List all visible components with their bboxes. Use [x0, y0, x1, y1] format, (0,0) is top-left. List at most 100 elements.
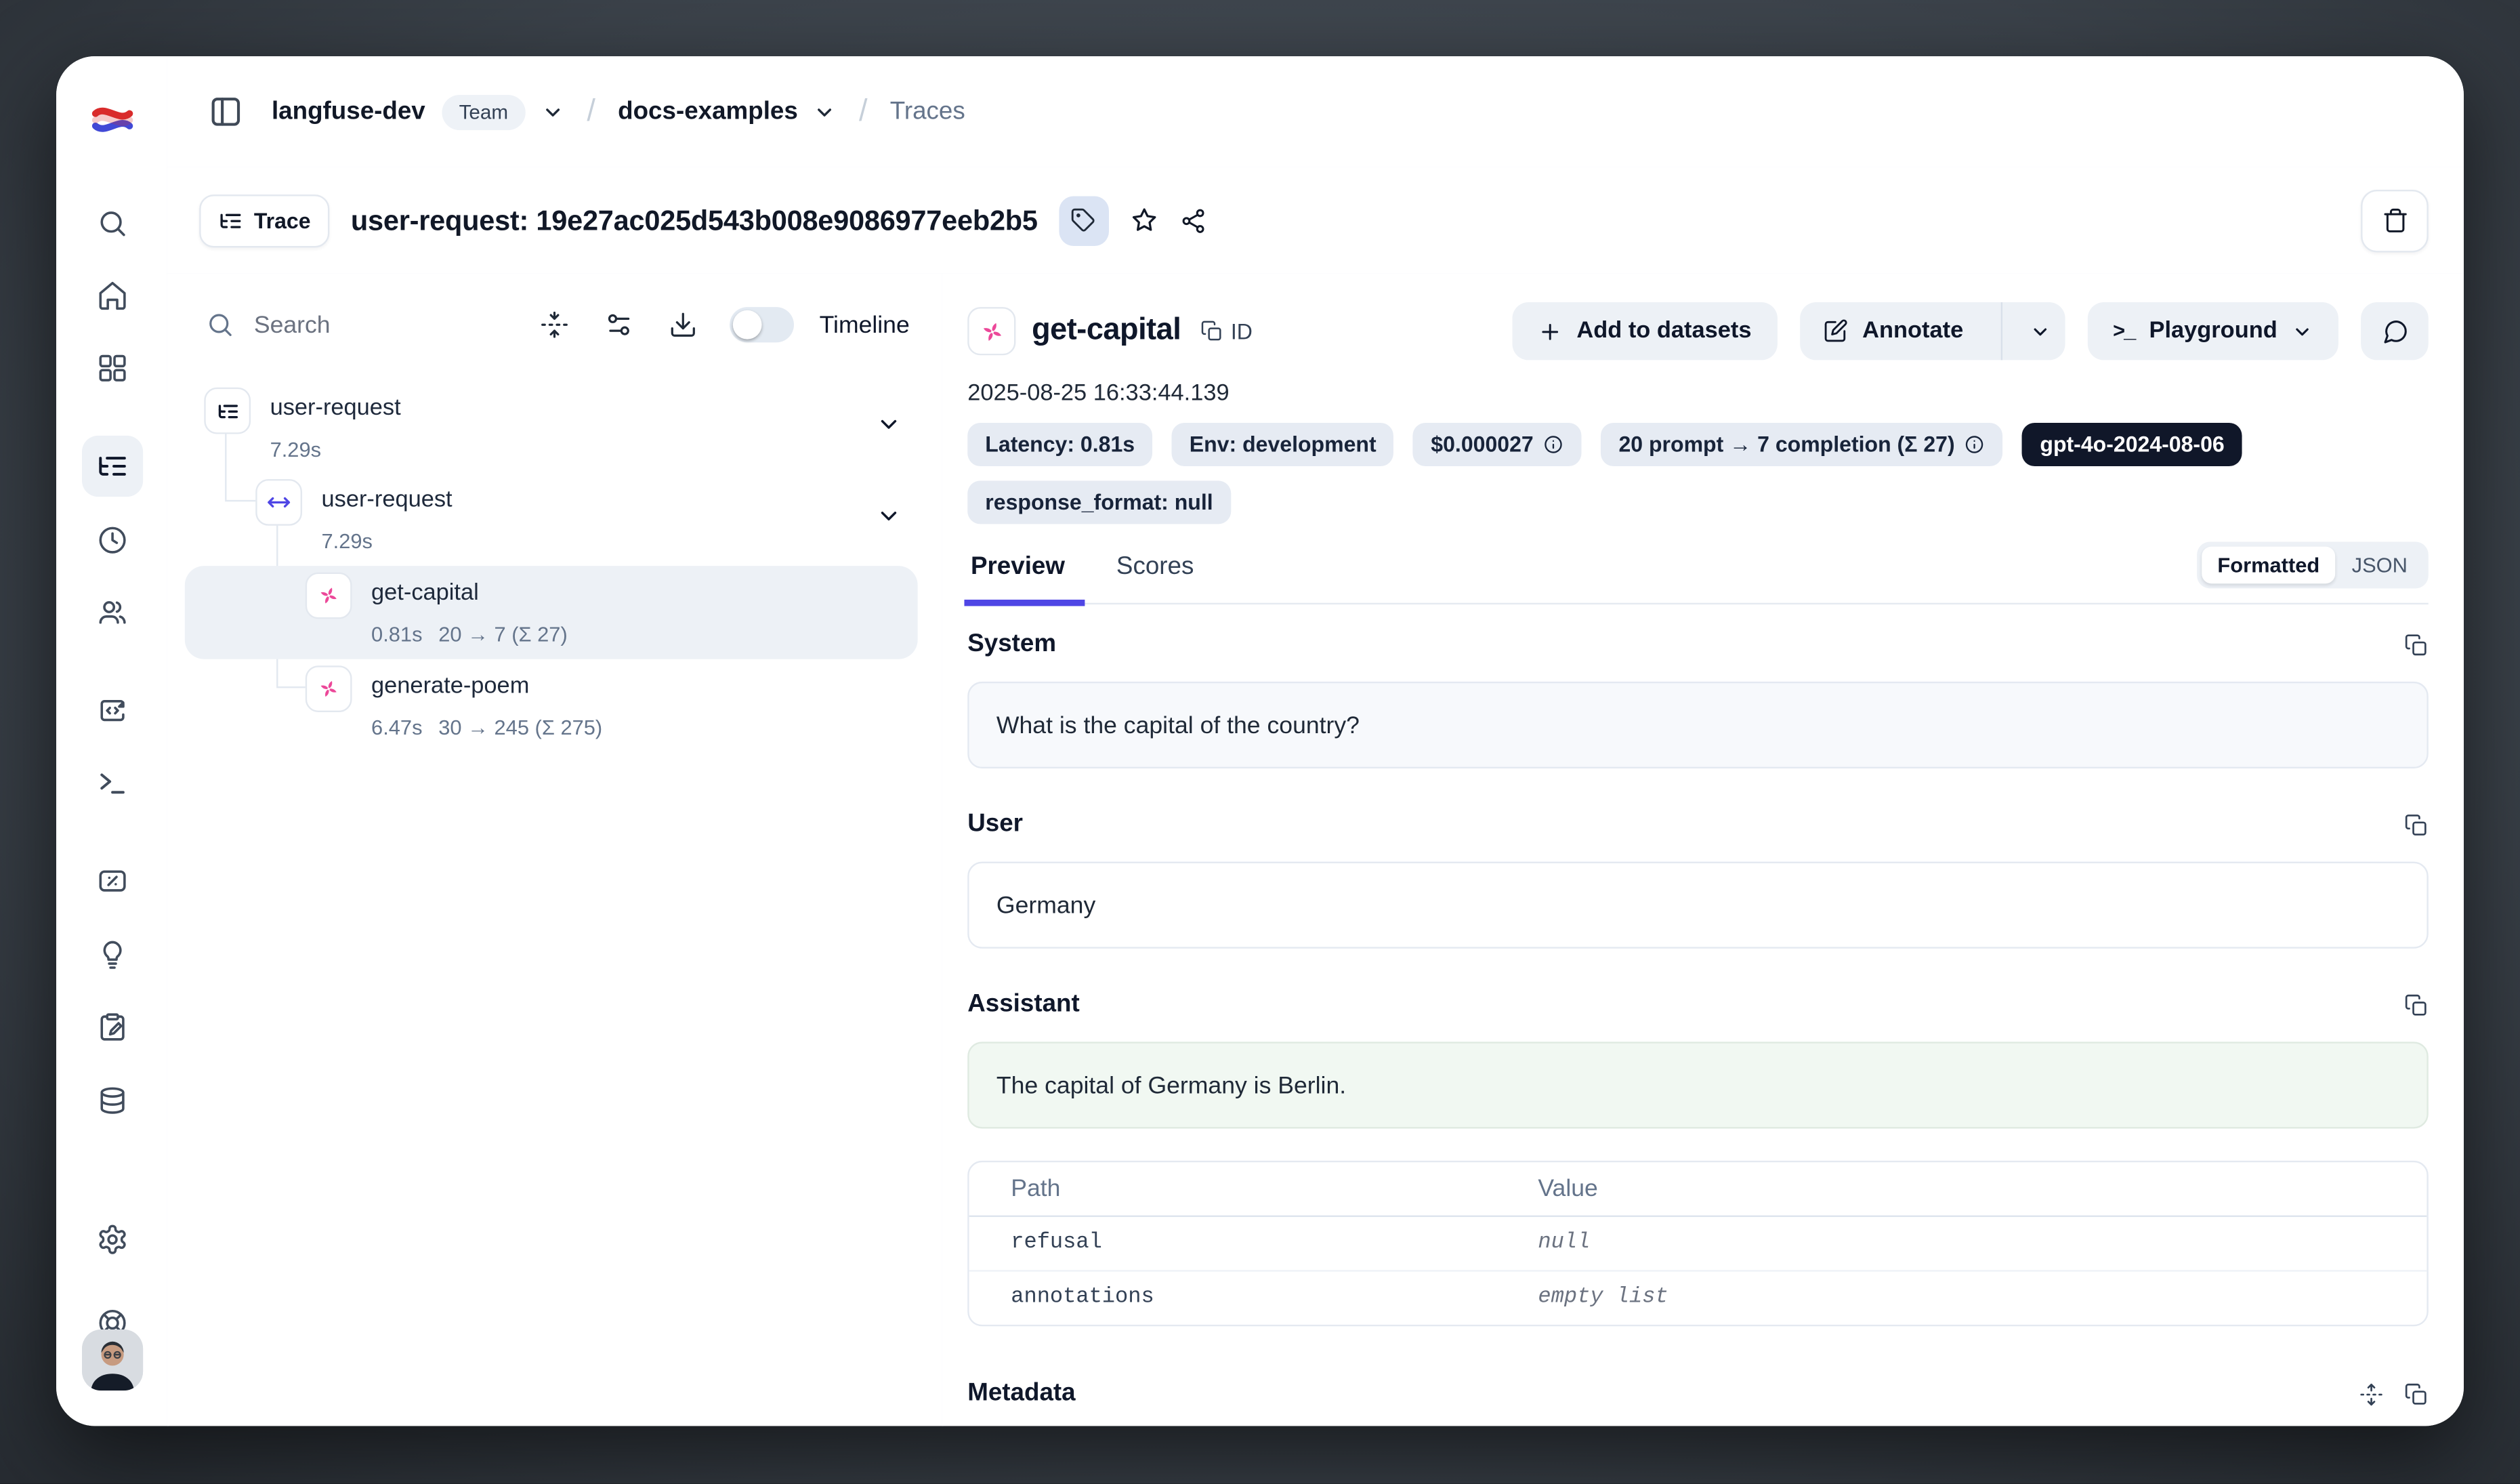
user-section-header: User	[967, 810, 2429, 840]
tree-collapse-chevron-icon[interactable]	[876, 411, 902, 437]
annotate-main[interactable]: Annotate	[1800, 302, 1986, 360]
tree-item-duration: 0.81s	[371, 622, 422, 646]
sidebar-rail	[56, 56, 169, 1426]
generation-node-icon	[306, 665, 352, 712]
user-message-text: Germany	[996, 892, 1095, 919]
tree-item-tokens: 20 → 7 (Σ 27)	[438, 622, 568, 646]
tabs-row: Preview Scores Formatted JSON	[967, 537, 2429, 604]
assistant-section-header: Assistant	[967, 990, 2429, 1019]
timeline-toggle[interactable]	[730, 307, 794, 342]
collapse-all-icon[interactable]	[530, 301, 579, 349]
table-header-row: Path Value	[969, 1162, 2427, 1217]
avatar[interactable]	[81, 1330, 142, 1390]
dashboard-icon[interactable]	[96, 352, 127, 384]
annotate-dropdown-chevron-icon[interactable]	[2017, 302, 2065, 360]
comments-button[interactable]	[2361, 302, 2429, 360]
assistant-label: Assistant	[967, 990, 1080, 1019]
search-icon[interactable]	[96, 207, 127, 239]
share-button[interactable]	[1179, 207, 1206, 234]
tree-search-input[interactable]	[251, 310, 514, 340]
tree-connector	[225, 500, 255, 501]
button-divider	[2000, 302, 2002, 360]
output-details-table: Path Value refusal null annotations empt…	[967, 1161, 2429, 1326]
row-path: annotations	[969, 1286, 1538, 1311]
users-icon[interactable]	[96, 596, 127, 628]
table-row: refusal null	[969, 1217, 2427, 1270]
user-message-box: Germany	[967, 862, 2429, 949]
breadcrumb-project[interactable]: docs-examples	[618, 98, 798, 127]
view-settings-icon[interactable]	[594, 301, 642, 349]
tree-item-label: generate-poem	[371, 665, 602, 709]
copy-icon[interactable]	[2404, 812, 2429, 837]
annotation-icon[interactable]	[96, 1011, 127, 1043]
copy-icon[interactable]	[2404, 1382, 2429, 1406]
info-icon	[1965, 434, 1986, 455]
system-message-text: What is the capital of the country?	[996, 712, 1360, 739]
tab-scores[interactable]: Scores	[1113, 537, 1197, 602]
system-section-header: System	[967, 630, 2429, 659]
scores-icon[interactable]	[96, 865, 127, 896]
langfuse-logo	[90, 102, 133, 146]
observation-header: get-capital ID Add to datasets Annotate	[967, 302, 2429, 360]
tree-item-duration: 7.29s	[270, 437, 321, 461]
system-label: System	[967, 630, 1056, 659]
project-chevron-down-icon[interactable]	[814, 100, 837, 123]
trace-title-bar: Trace user-request: 19e27ac025d543b008e9…	[167, 167, 2464, 275]
info-icon	[1543, 434, 1564, 455]
tag-button[interactable]	[1059, 195, 1109, 245]
home-icon[interactable]	[96, 280, 127, 312]
lightbulb-icon[interactable]	[96, 939, 127, 971]
copy-icon[interactable]	[2404, 633, 2429, 657]
assistant-message-text: The capital of Germany is Berlin.	[996, 1071, 1346, 1098]
id-label: ID	[1231, 319, 1253, 344]
breadcrumb-section[interactable]: Traces	[890, 98, 965, 127]
observation-badges: Latency: 0.81s Env: development $0.00002…	[967, 423, 2414, 524]
format-json[interactable]: JSON	[2336, 547, 2424, 584]
model-badge[interactable]: gpt-4o-2024-08-06	[2022, 423, 2242, 466]
tokens-badge[interactable]: 20 prompt → 7 completion (Σ 27)	[1601, 423, 2002, 466]
assistant-message-box: The capital of Germany is Berlin.	[967, 1042, 2429, 1128]
playground-icon[interactable]	[96, 767, 127, 799]
metadata-section-header: Metadata	[967, 1380, 2429, 1409]
playground-button[interactable]: >_ Playground	[2087, 302, 2338, 360]
latency-badge: Latency: 0.81s	[967, 423, 1152, 466]
generation-icon	[967, 307, 1015, 355]
breadcrumb-divider: /	[853, 94, 875, 129]
add-to-datasets-button[interactable]: Add to datasets	[1513, 302, 1778, 360]
trace-tree: user-request 7.29s user-request 7.29s	[167, 376, 942, 1426]
observation-actions: Add to datasets Annotate >_	[1513, 302, 2429, 360]
sessions-icon[interactable]	[96, 524, 127, 556]
format-formatted[interactable]: Formatted	[2202, 547, 2336, 584]
user-label: User	[967, 810, 1023, 840]
traces-icon[interactable]	[96, 450, 127, 482]
tree-item-span[interactable]: user-request 7.29s	[255, 479, 452, 553]
add-to-datasets-label: Add to datasets	[1576, 318, 1751, 344]
trace-type-badge: Trace	[199, 194, 330, 247]
env-badge: Env: development	[1172, 423, 1394, 466]
copy-icon[interactable]	[2404, 993, 2429, 1017]
cost-badge[interactable]: $0.000027	[1413, 423, 1582, 466]
datasets-icon[interactable]	[96, 1085, 127, 1117]
tree-item-generation-selected[interactable]: get-capital 0.81s 20 → 7 (Σ 27)	[306, 573, 568, 646]
tree-item-generation[interactable]: generate-poem 6.47s 30 → 245 (Σ 275)	[306, 665, 602, 739]
tree-toolbar: Timeline	[167, 273, 942, 376]
sidebar-toggle-icon[interactable]	[209, 95, 243, 129]
format-toggle: Formatted JSON	[2197, 542, 2429, 589]
tab-preview[interactable]: Preview	[967, 537, 1068, 602]
prompts-icon[interactable]	[96, 695, 127, 726]
playground-label: Playground	[2149, 318, 2277, 344]
row-value: null	[1538, 1231, 2427, 1256]
star-button[interactable]	[1129, 206, 1158, 235]
settings-icon[interactable]	[96, 1223, 127, 1255]
tree-collapse-chevron-icon[interactable]	[876, 503, 902, 529]
expand-icon[interactable]	[2359, 1382, 2384, 1406]
copy-id-button[interactable]: ID	[1200, 319, 1253, 344]
tree-item-trace[interactable]: user-request 7.29s	[204, 388, 400, 461]
system-message-box: What is the capital of the country?	[967, 682, 2429, 768]
delete-trace-button[interactable]	[2361, 189, 2429, 252]
observation-timestamp: 2025-08-25 16:33:44.139	[967, 381, 2429, 407]
breadcrumb-org[interactable]: langfuse-dev	[272, 98, 425, 127]
download-icon[interactable]	[658, 301, 707, 349]
tree-item-label: user-request	[270, 388, 401, 431]
org-chevron-down-icon[interactable]	[542, 100, 564, 123]
